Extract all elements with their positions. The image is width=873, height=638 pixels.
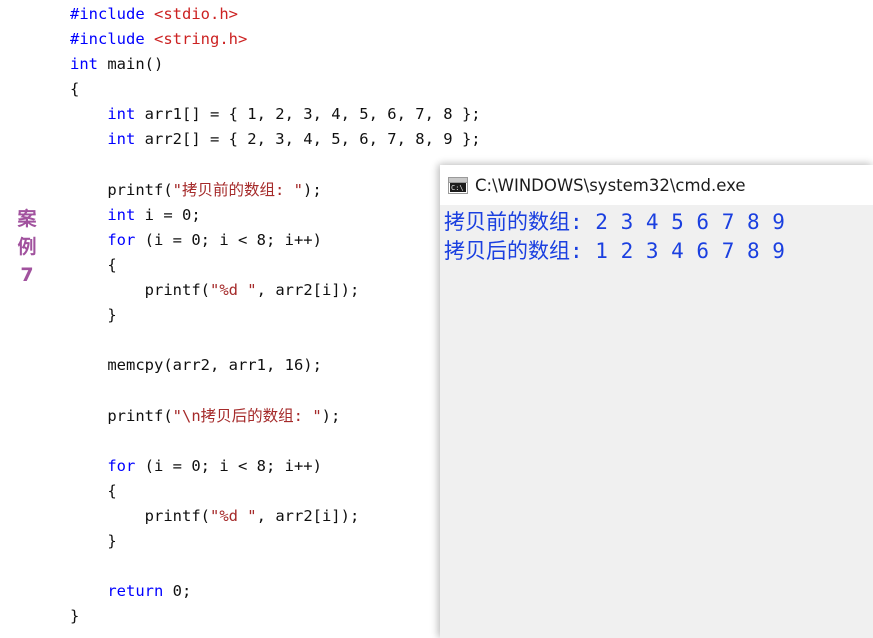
code-line: { — [70, 77, 481, 102]
cmd-icon-screen: C:\ — [450, 182, 466, 192]
code-line: printf("\n拷贝后的数组: "); — [70, 404, 481, 429]
code-line: } — [70, 529, 481, 554]
code-line: #include <stdio.h> — [70, 2, 481, 27]
code-token: <stdio.h> — [154, 5, 238, 23]
code-token: #include — [70, 30, 154, 49]
code-line: for (i = 0; i < 8; i++) — [70, 454, 481, 479]
code-token: { — [70, 481, 117, 500]
code-token: #include — [70, 5, 154, 23]
code-line: int arr1[] = { 1, 2, 3, 4, 5, 6, 7, 8 }; — [70, 102, 481, 127]
code-token: printf( — [70, 180, 173, 199]
code-line: printf("%d ", arr2[i]); — [70, 504, 481, 529]
code-token: <string.h> — [154, 30, 248, 49]
margin-annotation-case-7: 案 例 7 — [10, 205, 44, 289]
margin-annotation-char-1: 案 — [17, 208, 37, 230]
console-output-lines: 拷贝前的数组: 2 3 4 5 6 7 8 9 拷贝后的数组: 1 2 3 4 6… — [440, 205, 873, 266]
code-token: int — [107, 130, 136, 149]
cmd-console-icon: C:\ — [448, 176, 468, 194]
code-token: ); — [321, 406, 341, 425]
code-token: 0; — [163, 582, 192, 601]
cmd-console-window[interactable]: C:\ C:\WINDOWS\system32\cmd.exe 拷贝前的数组: … — [440, 165, 873, 638]
code-token: } — [70, 531, 117, 550]
code-token: { — [70, 80, 80, 99]
code-token: printf( — [70, 281, 210, 300]
code-token: i = 0; — [135, 205, 201, 224]
source-code-block[interactable]: #include <stdio.h> #include <string.h> int… — [70, 2, 481, 629]
code-token: "%d " — [209, 281, 257, 300]
code-line: int main() — [70, 52, 481, 77]
code-line: } — [70, 303, 481, 328]
code-token: for — [107, 230, 136, 249]
console-title-text: C:\WINDOWS\system32\cmd.exe — [475, 175, 746, 195]
code-token: } — [70, 607, 80, 626]
code-line: #include <string.h> — [70, 27, 481, 52]
code-token: } — [70, 306, 117, 325]
code-token: "拷贝前的数组: " — [172, 180, 303, 199]
code-line: int i = 0; — [70, 203, 481, 228]
code-token: , arr2[i]); — [256, 281, 360, 300]
code-token: int — [107, 105, 136, 124]
code-line: { — [70, 479, 481, 504]
code-token: printf( — [70, 406, 173, 425]
code-token: int — [70, 55, 98, 74]
code-token: return — [107, 582, 164, 601]
code-line: printf("拷贝前的数组: "); — [70, 178, 481, 203]
code-token: main() — [98, 55, 164, 74]
code-token: "%d " — [209, 506, 257, 525]
code-line: for (i = 0; i < 8; i++) — [70, 228, 481, 253]
code-token: for — [107, 456, 136, 475]
code-token: memcpy(arr2, arr1, 16); — [70, 356, 322, 375]
code-line: return 0; — [70, 579, 481, 604]
code-token: ); — [302, 180, 322, 199]
code-token: { — [70, 255, 117, 274]
code-token: (i = 0; i < 8; i++) — [135, 456, 322, 475]
margin-annotation-char-2: 例 — [17, 236, 37, 258]
console-output-line: 拷贝后的数组: 1 2 3 4 6 7 8 9 — [444, 239, 798, 263]
console-titlebar[interactable]: C:\ C:\WINDOWS\system32\cmd.exe — [440, 165, 873, 205]
code-token: printf( — [70, 506, 210, 525]
code-line: printf("%d ", arr2[i]); — [70, 278, 481, 303]
code-line: } — [70, 604, 481, 629]
code-token: arr2[] = { 2, 3, 4, 5, 6, 7, 8, 9 }; — [135, 130, 481, 149]
code-token: (i = 0; i < 8; i++) — [135, 230, 322, 249]
code-token: int — [107, 205, 136, 224]
code-line: int arr2[] = { 2, 3, 4, 5, 6, 7, 8, 9 }; — [70, 127, 481, 152]
code-token: , arr2[i]); — [256, 506, 360, 525]
console-output-area[interactable]: 拷贝前的数组: 2 3 4 5 6 7 8 9 拷贝后的数组: 1 2 3 4 6… — [440, 205, 873, 638]
code-line: { — [70, 253, 481, 278]
code-token: arr1[] = { 1, 2, 3, 4, 5, 6, 7, 8 }; — [135, 105, 481, 124]
margin-annotation-char-3: 7 — [20, 264, 34, 286]
code-line: memcpy(arr2, arr1, 16); — [70, 353, 481, 378]
code-token: "\n拷贝后的数组: " — [172, 406, 322, 425]
console-output-line: 拷贝前的数组: 2 3 4 5 6 7 8 9 — [444, 210, 785, 234]
